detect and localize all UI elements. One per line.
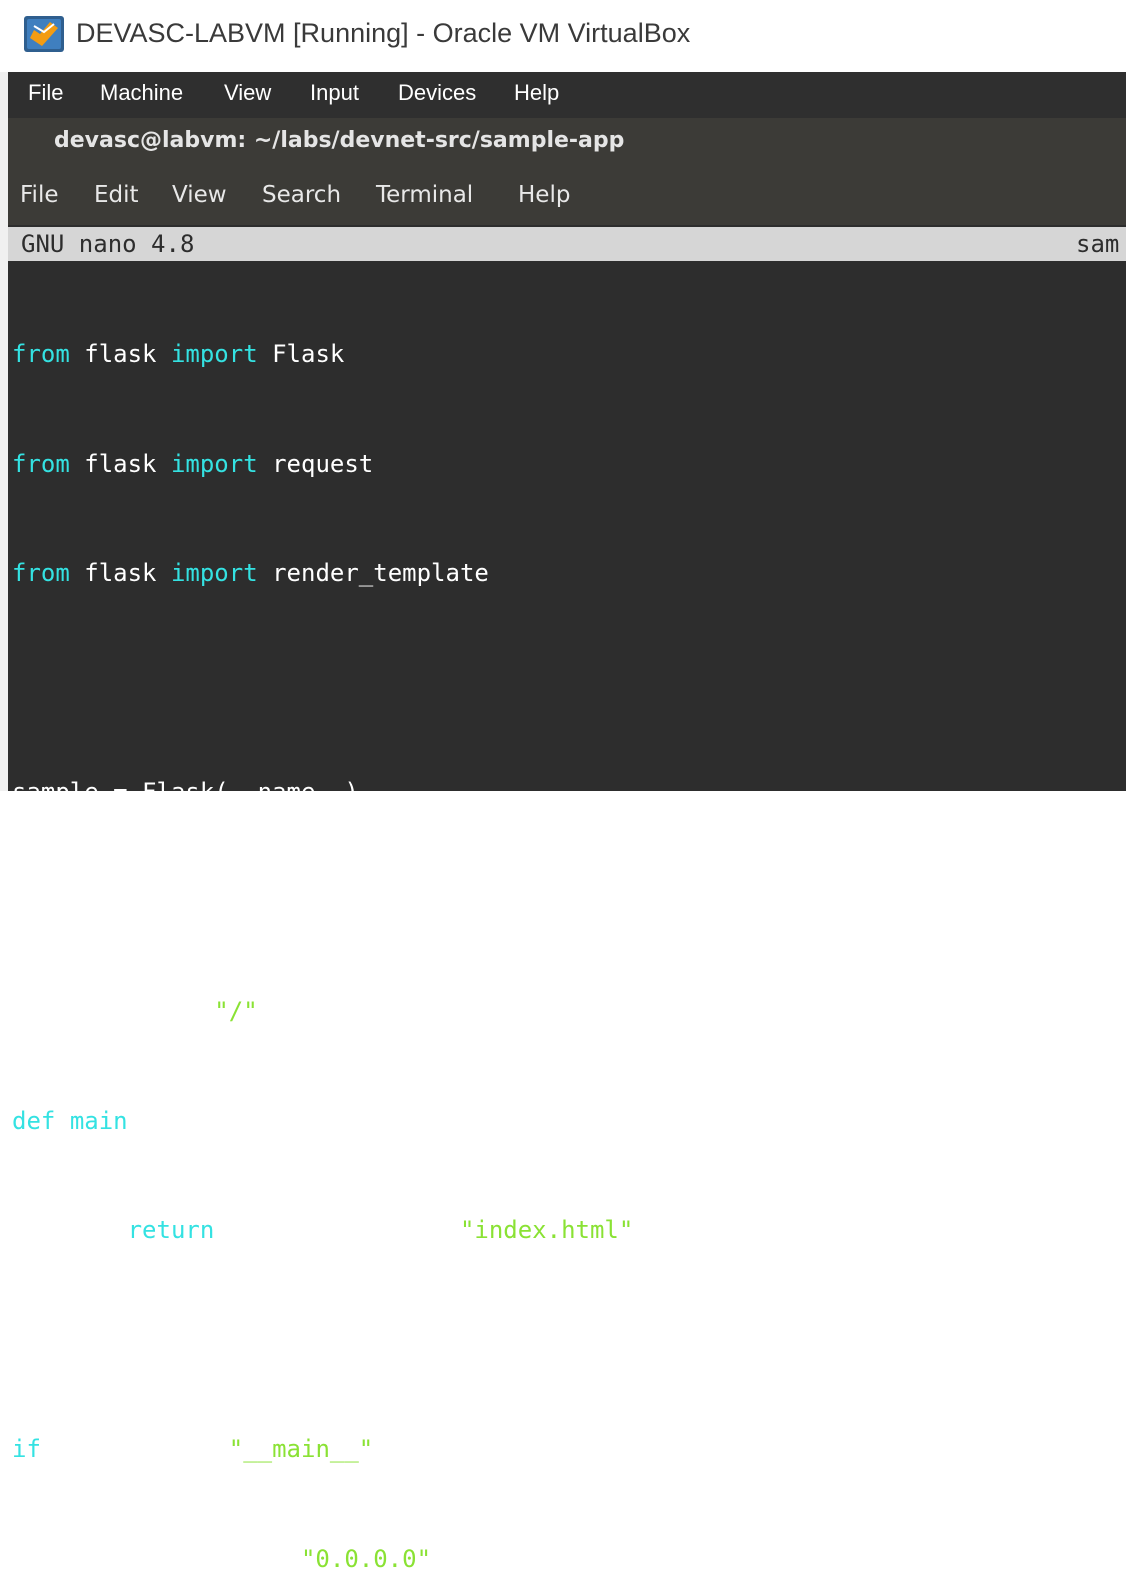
window-left-border — [0, 72, 8, 791]
code-line: from flask import render_template — [12, 559, 489, 587]
vbox-menu-view[interactable]: View — [224, 80, 271, 106]
code-line: def main(): — [12, 1106, 171, 1135]
vbox-menu-help[interactable]: Help — [514, 80, 559, 106]
virtualbox-logo-icon — [24, 16, 64, 52]
code-line: from flask import request — [12, 449, 374, 478]
vbox-menu-file[interactable]: File — [28, 80, 63, 106]
code-line: sample.run(host="0.0.0.0", port=8080) — [12, 1544, 605, 1573]
text-cursor — [647, 1213, 664, 1243]
terminal-menu-terminal[interactable]: Terminal — [376, 182, 473, 208]
terminal-menu-view[interactable]: View — [172, 182, 227, 208]
vbox-menubar: File Machine View Input Devices Help — [8, 72, 1126, 118]
terminal-area[interactable]: GNU nano 4.8 sam from flask import Flask… — [8, 225, 1126, 1573]
vbox-menu-devices[interactable]: Devices — [398, 80, 476, 106]
vbox-menu-input[interactable]: Input — [310, 80, 359, 106]
terminal-menu-help[interactable]: Help — [518, 182, 570, 208]
terminal-menu-file[interactable]: File — [20, 182, 59, 208]
code-line: if __name__ == "__main__": — [12, 1435, 388, 1463]
code-editor[interactable]: from flask import Flask from flask impor… — [12, 263, 664, 1582]
code-line: return render_template("index.html") — [12, 1212, 664, 1249]
vbox-menu-machine[interactable]: Machine — [100, 80, 183, 106]
window-title: DEVASC-LABVM [Running] - Oracle VM Virtu… — [76, 18, 691, 48]
terminal-menubar: File Edit View Search Terminal Help — [8, 172, 1126, 225]
nano-status-bar: GNU nano 4.8 sam — [8, 227, 1126, 261]
nano-version: GNU nano 4.8 — [21, 230, 195, 258]
vbox-titlebar: DEVASC-LABVM [Running] - Oracle VM Virtu… — [0, 0, 1126, 72]
terminal-menu-edit[interactable]: Edit — [94, 182, 139, 208]
code-line: @sample.route("/") — [12, 997, 273, 1025]
code-line: from flask import Flask — [12, 340, 345, 368]
terminal-menu-search[interactable]: Search — [262, 182, 341, 208]
terminal-titlebar: devasc@labvm: ~/labs/devnet-src/sample-a… — [8, 118, 1126, 172]
code-line: sample = Flask(__name__) — [12, 778, 359, 806]
nano-filename: sam — [1076, 230, 1120, 258]
terminal-title: devasc@labvm: ~/labs/devnet-src/sample-a… — [54, 128, 625, 153]
